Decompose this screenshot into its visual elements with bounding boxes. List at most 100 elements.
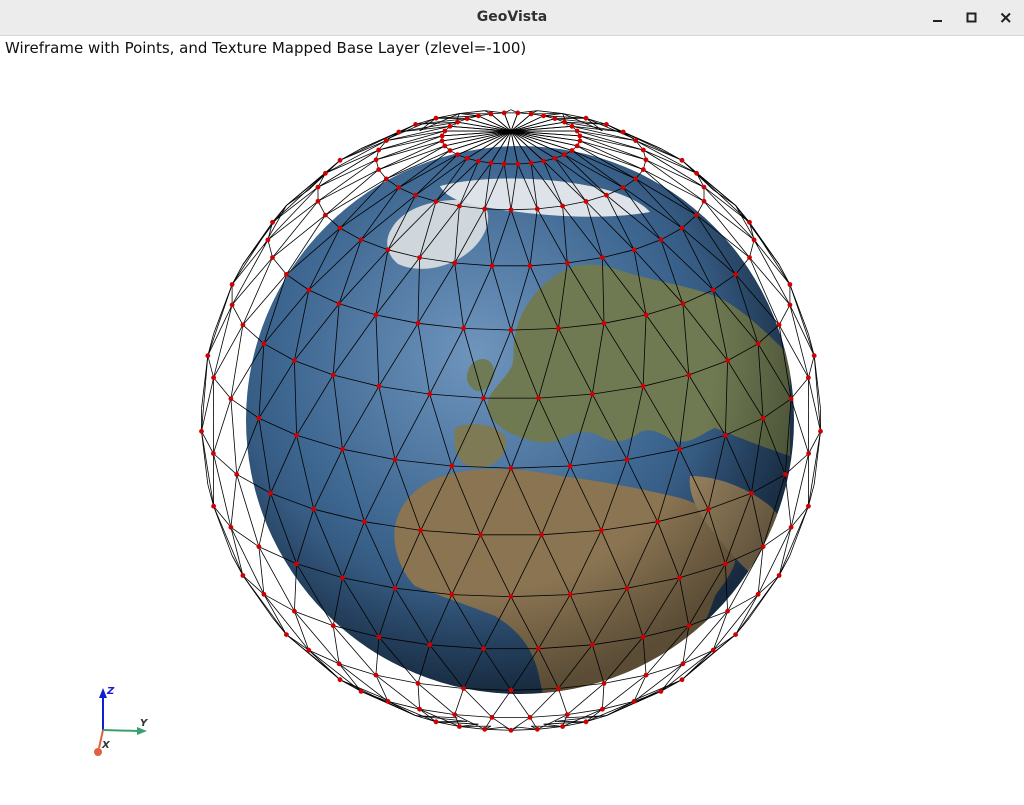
mesh-point [385,247,391,253]
render-viewport[interactable]: Z Y X [0,36,1024,805]
mesh-point [679,157,685,163]
mesh-point [340,575,345,581]
mesh-point [624,585,630,591]
mesh-edge [790,377,809,400]
mesh-point [457,203,462,209]
mesh-point [228,524,234,530]
mesh-point [240,322,246,328]
mesh-point [508,327,514,333]
mesh-point [818,428,823,434]
mesh-point [601,681,607,686]
mesh-point [760,544,766,550]
mesh-edge [286,634,310,651]
mesh-point [564,260,570,266]
mesh-point [455,119,460,125]
mesh-edge [813,431,821,485]
mesh-point [583,719,589,725]
mesh-point [694,212,699,218]
mesh-point [478,532,483,538]
mesh-point [383,176,389,182]
mesh-edge [387,701,437,723]
mesh-edge [558,688,568,715]
mesh-point [600,255,605,260]
globe-scene[interactable]: Z Y X [0,36,1024,805]
orientation-axes-widget: Z Y X [94,686,149,756]
mesh-point [776,322,782,328]
mesh-point [567,463,573,469]
mesh-edge [272,173,326,223]
mesh-point [461,326,466,331]
mesh-point [776,573,782,578]
mesh-point [640,147,646,153]
mesh-edge [294,611,310,651]
mesh-edge [696,173,750,223]
mesh-point [640,383,646,389]
mesh-edge [286,634,341,681]
mesh-point [294,432,299,438]
y-axis-label: Y [140,718,149,729]
mesh-edge [378,135,443,151]
mesh-point [330,372,336,378]
mesh-point [788,524,794,530]
mesh-point [574,143,580,149]
mesh-edge [263,594,310,651]
mesh-point [569,148,575,153]
plot-subtitle: Wireframe with Points, and Texture Mappe… [5,39,527,57]
mesh-point [240,573,246,578]
mesh-point [427,642,433,648]
mesh-point [527,263,533,269]
mesh-edge [510,728,538,731]
minimize-button[interactable] [929,9,947,27]
mesh-point [457,724,462,729]
mesh-point [261,341,267,347]
mesh-point [705,506,711,512]
mesh-point [306,647,312,653]
mesh-point [464,155,470,161]
mesh-point [782,472,788,477]
mesh-edge [789,284,809,334]
mesh-point [534,726,540,732]
mesh-point [337,677,343,683]
texture-base-layer [246,146,794,694]
mesh-point [358,689,364,694]
mesh-edge [645,663,684,676]
mesh-point [292,608,297,614]
app-window: GeoVista Z Y X Wireframe with Points, an… [0,0,1024,805]
mesh-edge [585,701,635,723]
window-title: GeoVista [476,9,548,25]
mesh-point [569,123,575,129]
mesh-point [527,715,533,720]
mesh-point [534,206,540,212]
mesh-edge [230,398,238,475]
mesh-point [323,212,328,218]
title-bar[interactable]: GeoVista [0,0,1024,36]
mesh-point [604,122,609,127]
mesh-point [598,528,604,533]
mesh-edge [537,726,563,730]
mesh-point [755,591,761,597]
mesh-point [552,116,558,121]
mesh-point [417,706,422,712]
mesh-point [415,320,421,326]
mesh-edge [789,506,809,556]
mesh-point [562,119,567,125]
close-button[interactable] [997,9,1015,27]
y-axis-line [102,729,139,732]
mesh-edge [459,726,485,730]
mesh-edge [339,679,362,692]
z-axis-arrowhead [99,688,107,698]
mesh-edge [338,663,362,692]
mesh-edge [417,683,420,710]
mesh-point [373,312,379,318]
mesh-edge [308,649,341,680]
mesh-point [686,623,692,629]
mesh-point [256,415,262,421]
mesh-edge [703,186,750,223]
mesh-point [211,451,216,456]
maximize-button[interactable] [963,9,981,27]
mesh-point [489,263,495,269]
mesh-point [228,396,234,402]
mesh-point [701,184,707,190]
mesh-edge [784,474,792,528]
mesh-point [261,591,267,597]
